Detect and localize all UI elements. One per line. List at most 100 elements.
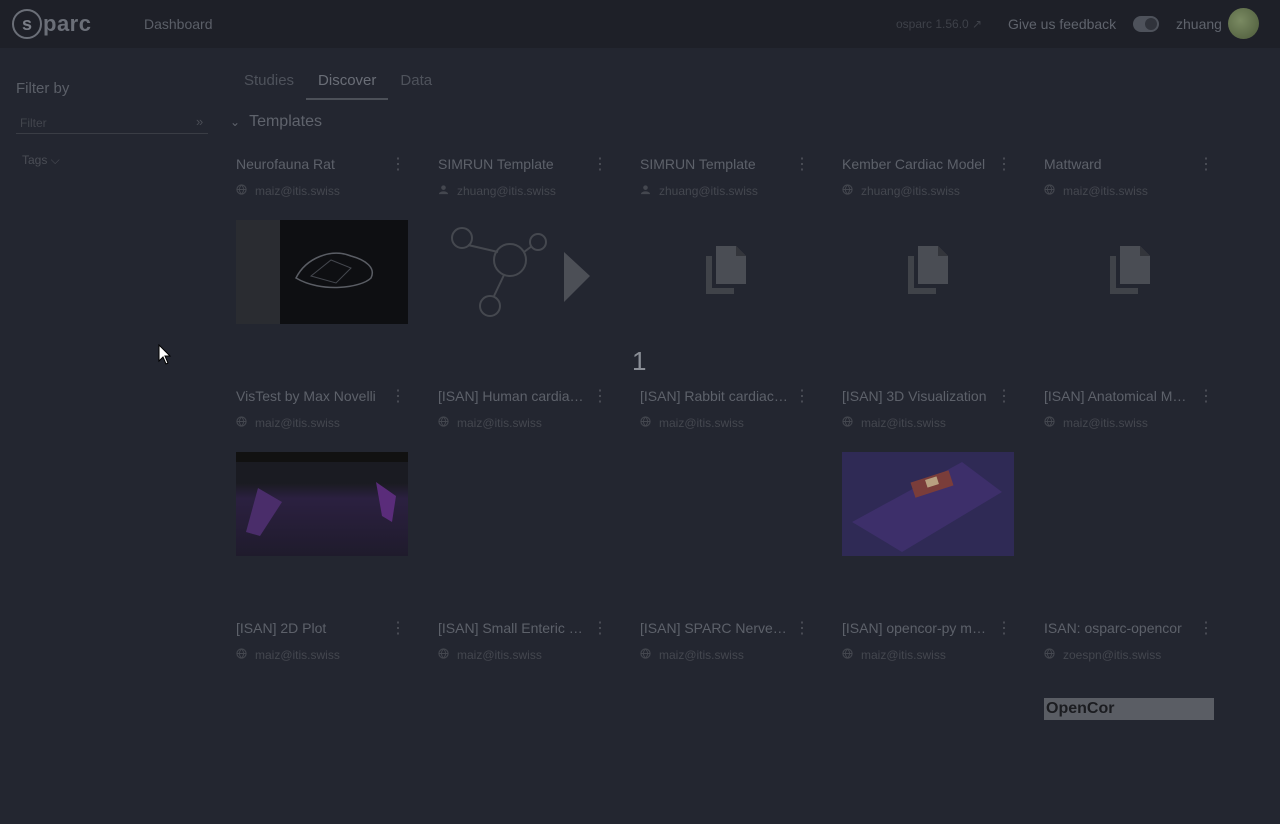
thumbnail-image[interactable] (842, 452, 1014, 556)
globe-icon (1044, 184, 1063, 198)
tab-data[interactable]: Data (388, 66, 444, 98)
template-card[interactable]: [ISAN] SPARC Nerve Model⋮ maiz@itis.swiss (634, 614, 814, 824)
version-link[interactable]: osparc 1.56.0 ↗ (896, 17, 982, 31)
globe-icon (236, 416, 255, 430)
page-number: 1 (632, 346, 647, 376)
globe-icon (236, 648, 255, 662)
more-options-icon[interactable]: ⋮ (1198, 386, 1214, 406)
more-options-icon[interactable]: ⋮ (996, 618, 1012, 638)
template-card[interactable]: Mattward ⋮ maiz@itis.swiss (1038, 150, 1218, 360)
template-card[interactable]: VisTest by Max Novelli ⋮ maiz@itis.swiss (230, 382, 410, 592)
card-title: [ISAN] opencor-py model (842, 620, 992, 636)
more-options-icon[interactable]: ⋮ (996, 154, 1012, 174)
more-options-icon[interactable]: ⋮ (592, 618, 608, 638)
card-title: ISAN: osparc-opencor (1044, 620, 1182, 636)
more-options-icon[interactable]: ⋮ (794, 154, 810, 174)
filter-collapse-icon[interactable]: » (196, 114, 203, 129)
thumbnail-image[interactable] (236, 220, 408, 324)
owner-email: maiz@itis.swiss (861, 648, 946, 662)
owner-email: zhuang@itis.swiss (861, 184, 960, 198)
template-card[interactable]: SIMRUN Template ⋮ zhuang@itis.swiss (634, 150, 814, 360)
template-card[interactable]: [ISAN] Human cardiac model⋮ maiz@itis.swi… (432, 382, 612, 592)
card-owner: maiz@itis.swiss (236, 648, 340, 662)
card-title: Kember Cardiac Model (842, 156, 986, 172)
more-options-icon[interactable]: ⋮ (592, 386, 608, 406)
card-owner: maiz@itis.swiss (640, 648, 744, 662)
opencor-label: OpenCor (1044, 698, 1214, 720)
tags-dropdown[interactable]: Tags ⌵ (22, 153, 60, 168)
thumbnail-image[interactable] (438, 220, 610, 324)
card-title: Mattward (1044, 156, 1102, 172)
templates-section-header[interactable]: ⌄ Templates (230, 113, 322, 131)
globe-icon (640, 648, 659, 662)
owner-email: maiz@itis.swiss (659, 416, 744, 430)
more-options-icon[interactable]: ⋮ (1198, 154, 1214, 174)
globe-icon (640, 416, 659, 430)
owner-email: maiz@itis.swiss (659, 648, 744, 662)
more-options-icon[interactable]: ⋮ (794, 386, 810, 406)
dashboard-link[interactable]: Dashboard (144, 16, 213, 32)
globe-icon (1044, 648, 1063, 662)
owner-email: zhuang@itis.swiss (457, 184, 556, 198)
card-owner: maiz@itis.swiss (842, 416, 946, 430)
username[interactable]: zhuang (1176, 16, 1222, 32)
card-owner: maiz@itis.swiss (438, 648, 542, 662)
card-owner: zhuang@itis.swiss (640, 184, 758, 198)
copy-icon (1110, 246, 1150, 294)
more-options-icon[interactable]: ⋮ (390, 618, 406, 638)
section-title: Templates (249, 113, 322, 130)
avatar[interactable] (1228, 8, 1259, 39)
logo-s-mark: s (12, 9, 42, 39)
feedback-button[interactable]: Give us feedback (1008, 16, 1116, 32)
tab-discover[interactable]: Discover (306, 66, 389, 100)
more-options-icon[interactable]: ⋮ (1198, 618, 1214, 638)
copy-icon (908, 246, 948, 294)
card-title: SIMRUN Template (438, 156, 554, 172)
template-card[interactable]: [ISAN] opencor-py model ⋮ maiz@itis.swiss (836, 614, 1016, 824)
template-card[interactable]: Kember Cardiac Model ⋮ zhuang@itis.swiss (836, 150, 1016, 360)
theme-toggle[interactable] (1133, 16, 1159, 32)
card-title: [ISAN] Anatomical Model (1044, 388, 1194, 404)
card-title: [ISAN] 2D Plot (236, 620, 327, 636)
sparc-logo[interactable]: s parc (12, 8, 91, 40)
owner-email: maiz@itis.swiss (457, 416, 542, 430)
template-card[interactable]: [ISAN] Anatomical Model ⋮ maiz@itis.swiss (1038, 382, 1218, 592)
card-owner: maiz@itis.swiss (1044, 416, 1148, 430)
card-title: SIMRUN Template (640, 156, 756, 172)
owner-email: maiz@itis.swiss (457, 648, 542, 662)
more-options-icon[interactable]: ⋮ (390, 154, 406, 174)
chevron-down-icon: ⌄ (230, 115, 241, 129)
card-owner: zoespn@itis.swiss (1044, 648, 1161, 662)
globe-icon (1044, 416, 1063, 430)
template-card[interactable]: [ISAN] 3D Visualization ⋮ maiz@itis.swiss (836, 382, 1016, 592)
thumbnail-image[interactable] (640, 220, 812, 324)
template-card[interactable]: [ISAN] Small Enteric Nervous⋮ maiz@itis.s… (432, 614, 612, 824)
card-owner: maiz@itis.swiss (842, 648, 946, 662)
template-card[interactable]: [ISAN] Rabbit cardiac model⋮ maiz@itis.sw… (634, 382, 814, 592)
more-options-icon[interactable]: ⋮ (592, 154, 608, 174)
thumbnail-image[interactable] (842, 220, 1014, 324)
more-options-icon[interactable]: ⋮ (996, 386, 1012, 406)
globe-icon (438, 416, 457, 430)
template-card[interactable]: Neurofauna Rat ⋮ maiz@itis.swiss (230, 150, 410, 360)
globe-icon (236, 184, 255, 198)
card-owner: maiz@itis.swiss (438, 416, 542, 430)
more-options-icon[interactable]: ⋮ (794, 618, 810, 638)
thumbnail-image[interactable] (1044, 220, 1216, 324)
tab-studies[interactable]: Studies (232, 66, 306, 98)
more-options-icon[interactable]: ⋮ (390, 386, 406, 406)
logo-text: parc (43, 11, 92, 36)
owner-email: maiz@itis.swiss (861, 416, 946, 430)
template-card[interactable]: [ISAN] 2D Plot ⋮ maiz@itis.swiss (230, 614, 410, 824)
card-owner: maiz@itis.swiss (640, 416, 744, 430)
card-title: Neurofauna Rat (236, 156, 335, 172)
top-bar: s parc Dashboard osparc 1.56.0 ↗ Give us… (0, 0, 1280, 48)
owner-email: maiz@itis.swiss (255, 184, 340, 198)
thumbnail-image[interactable] (236, 452, 408, 556)
filter-input[interactable] (16, 112, 208, 134)
mouse-cursor-icon (158, 344, 172, 365)
template-card[interactable]: SIMRUN Template ⋮ zhuang@itis.swiss (432, 150, 612, 360)
owner-email: maiz@itis.swiss (1063, 416, 1148, 430)
globe-icon (438, 648, 457, 662)
globe-icon (842, 648, 861, 662)
